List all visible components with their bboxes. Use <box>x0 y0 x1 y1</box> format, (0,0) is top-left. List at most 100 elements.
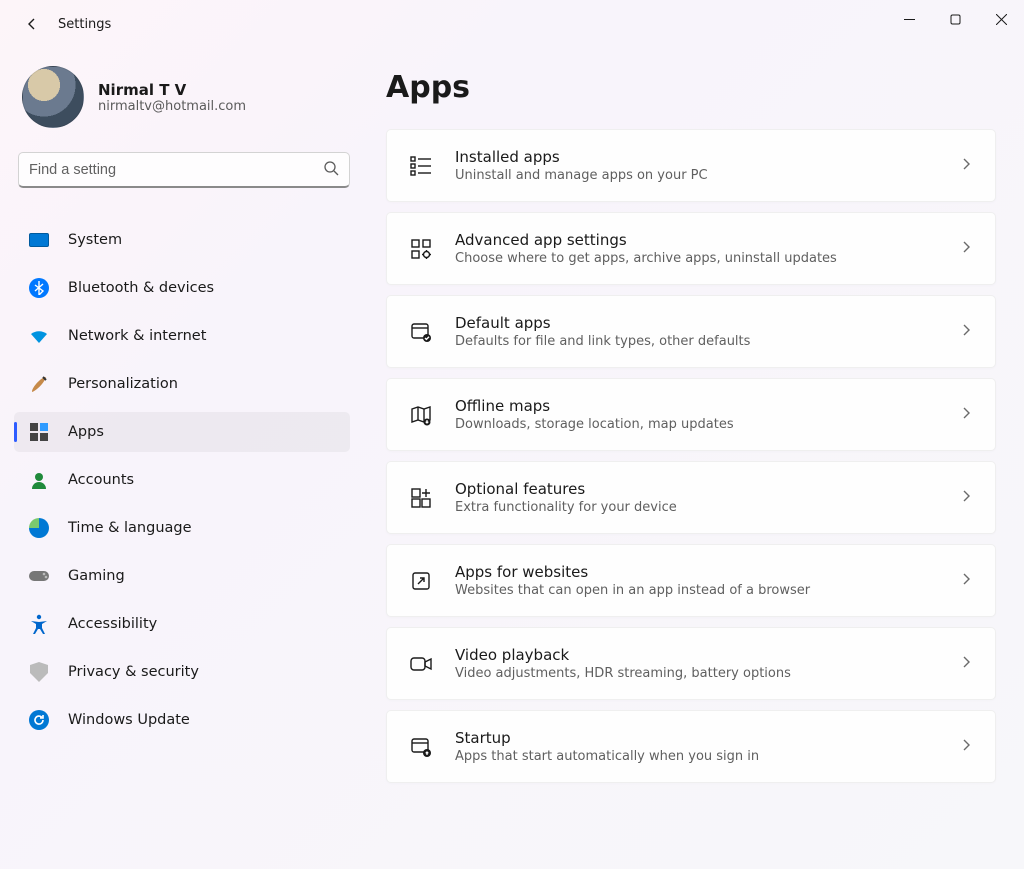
card-text: Default apps Defaults for file and link … <box>455 314 937 349</box>
card-desc: Apps that start automatically when you s… <box>455 749 937 764</box>
sidebar-item-label: Gaming <box>68 568 125 584</box>
card-desc: Uninstall and manage apps on your PC <box>455 168 937 183</box>
user-name: Nirmal T V <box>98 81 246 99</box>
sidebar-item-label: System <box>68 232 122 248</box>
sidebar-item-label: Bluetooth & devices <box>68 280 214 296</box>
settings-list: Installed apps Uninstall and manage apps… <box>386 129 996 783</box>
user-profile[interactable]: Nirmal T V nirmaltv@hotmail.com <box>14 48 360 152</box>
maximize-button[interactable] <box>932 0 978 38</box>
app-gear-icon <box>409 237 433 261</box>
user-email: nirmaltv@hotmail.com <box>98 99 246 114</box>
startup-icon <box>409 735 433 759</box>
card-title: Startup <box>455 729 937 747</box>
sidebar-item-label: Personalization <box>68 376 178 392</box>
video-icon <box>409 652 433 676</box>
chevron-right-icon <box>959 239 973 258</box>
nav: System Bluetooth & devices Network & int… <box>14 216 360 744</box>
grid-plus-icon <box>409 486 433 510</box>
card-title: Offline maps <box>455 397 937 415</box>
close-button[interactable] <box>978 0 1024 38</box>
sidebar-item-network[interactable]: Network & internet <box>14 316 350 356</box>
person-icon <box>28 469 50 491</box>
card-title: Video playback <box>455 646 937 664</box>
window-open-icon <box>409 569 433 593</box>
sidebar-item-accessibility[interactable]: Accessibility <box>14 604 350 644</box>
update-icon <box>28 709 50 731</box>
chevron-right-icon <box>959 571 973 590</box>
sidebar: Nirmal T V nirmaltv@hotmail.com System B… <box>0 48 360 869</box>
close-icon <box>996 14 1007 25</box>
avatar <box>22 66 84 128</box>
card-apps-for-websites[interactable]: Apps for websites Websites that can open… <box>386 544 996 617</box>
card-desc: Extra functionality for your device <box>455 500 937 515</box>
sidebar-item-label: Privacy & security <box>68 664 199 680</box>
card-default-apps[interactable]: Default apps Defaults for file and link … <box>386 295 996 368</box>
chevron-right-icon <box>959 654 973 673</box>
main-content: Apps Installed apps Uninstall and manage… <box>360 48 1024 869</box>
chevron-right-icon <box>959 405 973 424</box>
sidebar-item-privacy[interactable]: Privacy & security <box>14 652 350 692</box>
wifi-icon <box>28 325 50 347</box>
shield-icon <box>28 661 50 683</box>
card-desc: Websites that can open in an app instead… <box>455 583 937 598</box>
card-text: Offline maps Downloads, storage location… <box>455 397 937 432</box>
arrow-left-icon <box>24 16 40 32</box>
card-text: Installed apps Uninstall and manage apps… <box>455 148 937 183</box>
card-desc: Choose where to get apps, archive apps, … <box>455 251 937 266</box>
card-title: Default apps <box>455 314 937 332</box>
card-desc: Downloads, storage location, map updates <box>455 417 937 432</box>
sidebar-item-apps[interactable]: Apps <box>14 412 350 452</box>
gamepad-icon <box>28 565 50 587</box>
sidebar-item-personalization[interactable]: Personalization <box>14 364 350 404</box>
card-offline-maps[interactable]: Offline maps Downloads, storage location… <box>386 378 996 451</box>
sidebar-item-label: Time & language <box>68 520 192 536</box>
card-title: Advanced app settings <box>455 231 937 249</box>
window-controls <box>886 0 1024 38</box>
window-title: Settings <box>58 17 111 32</box>
map-download-icon <box>409 403 433 427</box>
list-icon <box>409 154 433 178</box>
bluetooth-icon <box>28 277 50 299</box>
sidebar-item-time[interactable]: Time & language <box>14 508 350 548</box>
search-box[interactable] <box>18 152 350 188</box>
card-title: Optional features <box>455 480 937 498</box>
card-text: Startup Apps that start automatically wh… <box>455 729 937 764</box>
sidebar-item-label: Windows Update <box>68 712 190 728</box>
user-info: Nirmal T V nirmaltv@hotmail.com <box>98 81 246 114</box>
search-icon <box>323 160 339 180</box>
card-optional-features[interactable]: Optional features Extra functionality fo… <box>386 461 996 534</box>
title-bar: Settings <box>0 0 1024 48</box>
card-title: Installed apps <box>455 148 937 166</box>
clock-icon <box>28 517 50 539</box>
chevron-right-icon <box>959 322 973 341</box>
sidebar-item-system[interactable]: System <box>14 220 350 260</box>
sidebar-item-update[interactable]: Windows Update <box>14 700 350 740</box>
system-icon <box>28 229 50 251</box>
card-desc: Video adjustments, HDR streaming, batter… <box>455 666 937 681</box>
maximize-icon <box>950 14 961 25</box>
back-button[interactable] <box>14 6 50 42</box>
card-desc: Defaults for file and link types, other … <box>455 334 937 349</box>
sidebar-item-label: Accessibility <box>68 616 157 632</box>
minimize-icon <box>904 14 915 25</box>
minimize-button[interactable] <box>886 0 932 38</box>
chevron-right-icon <box>959 737 973 756</box>
search-input[interactable] <box>29 162 323 178</box>
chevron-right-icon <box>959 488 973 507</box>
accessibility-icon <box>28 613 50 635</box>
card-text: Video playback Video adjustments, HDR st… <box>455 646 937 681</box>
card-title: Apps for websites <box>455 563 937 581</box>
sidebar-item-label: Accounts <box>68 472 134 488</box>
card-video-playback[interactable]: Video playback Video adjustments, HDR st… <box>386 627 996 700</box>
card-startup[interactable]: Startup Apps that start automatically wh… <box>386 710 996 783</box>
brush-icon <box>28 373 50 395</box>
card-text: Optional features Extra functionality fo… <box>455 480 937 515</box>
page-title: Apps <box>386 70 996 105</box>
apps-icon <box>28 421 50 443</box>
card-installed-apps[interactable]: Installed apps Uninstall and manage apps… <box>386 129 996 202</box>
sidebar-item-label: Network & internet <box>68 328 206 344</box>
sidebar-item-gaming[interactable]: Gaming <box>14 556 350 596</box>
card-advanced-settings[interactable]: Advanced app settings Choose where to ge… <box>386 212 996 285</box>
sidebar-item-bluetooth[interactable]: Bluetooth & devices <box>14 268 350 308</box>
sidebar-item-accounts[interactable]: Accounts <box>14 460 350 500</box>
